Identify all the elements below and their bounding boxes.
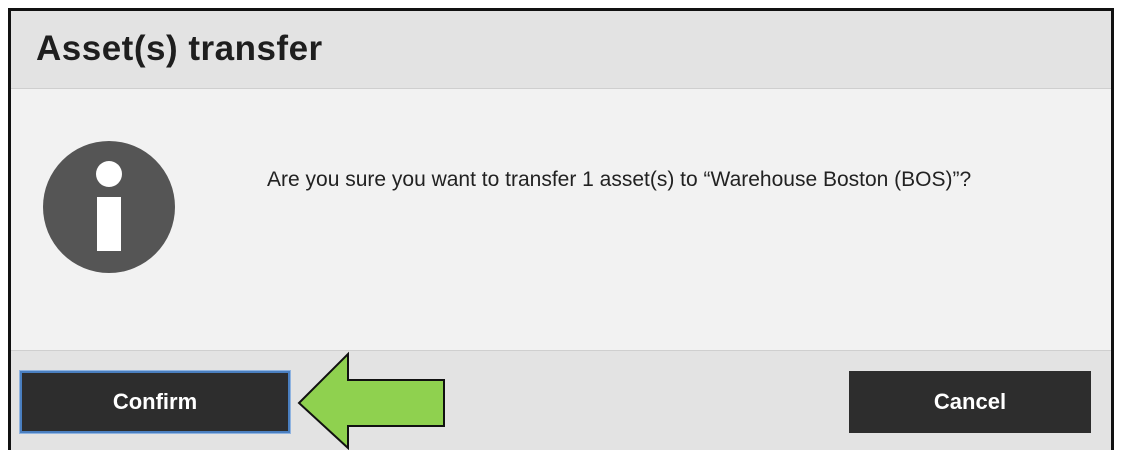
confirmation-message: Are you sure you want to transfer 1 asse… — [267, 168, 972, 191]
dialog-title: Asset(s) transfer — [36, 29, 323, 68]
dialog-body: Are you sure you want to transfer 1 asse… — [11, 89, 1111, 349]
confirm-button[interactable]: Confirm — [20, 371, 290, 433]
dialog-header: Asset(s) transfer — [11, 11, 1111, 89]
cancel-button[interactable]: Cancel — [849, 371, 1091, 433]
asset-transfer-dialog: Asset(s) transfer Are you sure you want … — [8, 8, 1114, 450]
screenshot-frame: Asset(s) transfer Are you sure you want … — [0, 0, 1121, 450]
info-icon — [43, 141, 175, 273]
green-arrow-annotation — [297, 351, 445, 450]
dialog-footer: Confirm Cancel — [11, 350, 1111, 450]
